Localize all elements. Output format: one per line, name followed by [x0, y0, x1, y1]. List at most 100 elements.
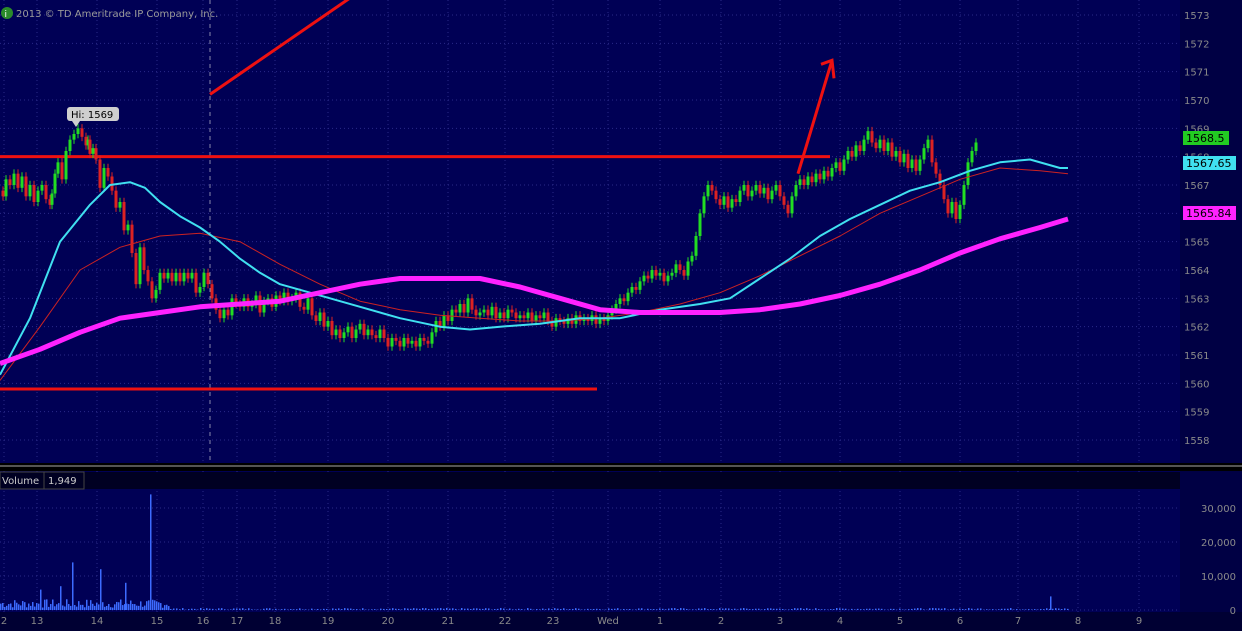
volume-bar — [839, 608, 841, 610]
price-bar-body — [878, 139, 882, 149]
volume-bar — [488, 608, 490, 610]
volume-bar — [980, 608, 982, 610]
volume-bar — [476, 608, 478, 610]
price-bar-body — [378, 329, 382, 338]
volume-bar — [698, 608, 700, 610]
volume-bar — [140, 601, 142, 610]
price-bar-body — [510, 309, 514, 313]
price-bar-body — [106, 168, 110, 177]
volume-bar — [503, 608, 505, 610]
volume-bar — [106, 605, 108, 610]
price-bar-body — [76, 128, 80, 134]
volume-bar — [722, 608, 724, 610]
volume-bar — [96, 602, 98, 610]
volume-bar — [341, 609, 343, 610]
price-bar-body — [826, 170, 830, 177]
volume-bar — [383, 608, 385, 610]
price-tick-label: 1571 — [1184, 68, 1209, 79]
price-bar-body — [774, 185, 778, 191]
volume-spike — [100, 569, 102, 610]
price-bar-body — [478, 312, 482, 316]
price-bar-body — [474, 309, 478, 316]
volume-bar — [386, 609, 388, 610]
price-bar-body — [710, 185, 714, 191]
price-bar-body — [226, 309, 230, 316]
price-bar-body — [650, 270, 654, 279]
volume-spike — [1050, 596, 1052, 610]
volume-bar — [989, 609, 991, 610]
price-bar-body — [890, 142, 894, 157]
price-bar-body — [518, 315, 522, 319]
price-badge-text: 1565.84 — [1186, 207, 1232, 220]
price-bar-body — [462, 304, 466, 313]
price-bar-body — [682, 270, 686, 276]
volume-bar — [14, 600, 16, 610]
price-bar-body — [974, 142, 978, 151]
price-bar-body — [20, 176, 24, 188]
volume-bar — [1022, 609, 1024, 610]
volume-bar — [665, 609, 667, 610]
volume-bar — [110, 607, 112, 610]
volume-bar — [443, 608, 445, 610]
volume-bar — [62, 605, 64, 610]
volume-bar — [335, 608, 337, 610]
price-bar-body — [642, 275, 646, 282]
volume-bar — [788, 609, 790, 610]
time-tick-label: 20 — [382, 616, 395, 627]
price-tick-label: 1572 — [1184, 39, 1209, 50]
volume-bar — [434, 608, 436, 610]
price-bar-body — [36, 190, 40, 202]
price-bar-body — [906, 153, 910, 168]
time-tick-label: 9 — [1136, 616, 1142, 627]
volume-bar — [305, 609, 307, 610]
volume-bar — [620, 609, 622, 610]
volume-bar — [148, 600, 150, 610]
price-bar-body — [114, 190, 118, 208]
price-bar-body — [32, 185, 36, 202]
price-bar-body — [162, 272, 166, 279]
volume-bar — [302, 609, 304, 610]
price-bar-body — [622, 298, 626, 302]
price-bar-body — [734, 199, 738, 202]
volume-bar — [404, 608, 406, 610]
volume-bar — [26, 607, 28, 610]
volume-spike — [40, 589, 42, 610]
volume-bar — [82, 604, 84, 610]
price-bar-body — [450, 309, 454, 321]
volume-bar — [455, 608, 457, 610]
volume-bar — [76, 606, 78, 610]
price-bar-body — [88, 139, 92, 154]
hi-label: Hi: 1569 — [71, 110, 113, 121]
volume-bar — [584, 609, 586, 610]
volume-bar — [407, 608, 409, 610]
volume-bar — [413, 608, 415, 610]
volume-bar — [275, 608, 277, 610]
volume-bar — [362, 608, 364, 610]
volume-bar — [116, 601, 118, 610]
volume-bar — [104, 606, 106, 610]
volume-bar — [872, 609, 874, 610]
volume-header-bg — [0, 472, 1180, 489]
volume-bar — [959, 608, 961, 610]
volume-bar — [662, 608, 664, 610]
price-bar-body — [470, 298, 474, 310]
volume-bar — [437, 608, 439, 610]
price-bar-body — [922, 148, 926, 160]
volume-bar — [191, 608, 193, 610]
price-bar-body — [766, 187, 770, 200]
price-bar-body — [782, 196, 786, 205]
price-bar-body — [798, 179, 802, 185]
price-bar-body — [178, 272, 182, 282]
volume-bar — [692, 609, 694, 610]
volume-bar — [716, 609, 718, 610]
volume-bar — [902, 609, 904, 610]
volume-bar — [74, 605, 76, 610]
price-bar-body — [370, 329, 374, 336]
price-bar-body — [44, 185, 48, 200]
price-bar-body — [954, 202, 958, 219]
volume-bar — [551, 609, 553, 610]
time-tick-label: 3 — [777, 616, 783, 627]
volume-bar — [641, 608, 643, 610]
price-bar-body — [770, 190, 774, 200]
price-bar-body — [958, 204, 962, 219]
